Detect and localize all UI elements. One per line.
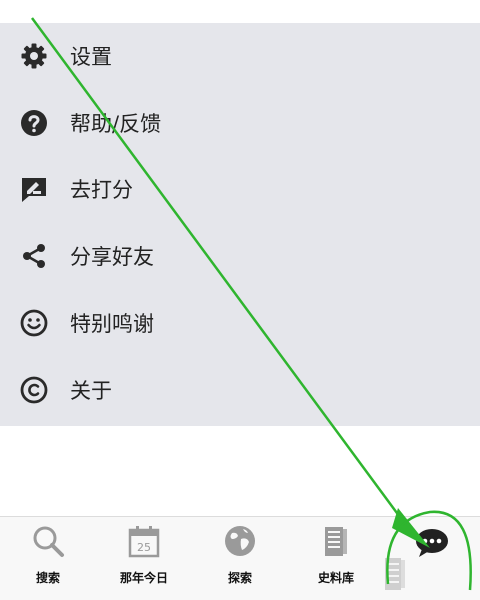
copyright-icon: [19, 375, 49, 405]
question-icon: [19, 108, 49, 138]
smile-icon: [19, 308, 49, 338]
archive-ghost-icon: [385, 558, 405, 590]
menu-item-rate[interactable]: 去打分: [0, 164, 480, 214]
tab-label: 史料库: [317, 571, 354, 585]
globe-icon: [222, 523, 258, 559]
menu-item-acknowledgements[interactable]: 特别鸣谢: [0, 298, 480, 348]
tab-explore[interactable]: 探索: [192, 523, 288, 593]
settings-menu: 设置 帮助/反馈 去打分 分享好友 特别鸣谢 关于: [0, 23, 480, 426]
menu-item-share[interactable]: 分享好友: [0, 231, 480, 281]
menu-item-label: 去打分: [70, 178, 133, 202]
tab-on-this-day[interactable]: 25 那年今日: [96, 523, 192, 593]
tab-label: 那年今日: [119, 571, 168, 585]
menu-item-label: 设置: [70, 45, 112, 69]
menu-item-about[interactable]: 关于: [0, 365, 480, 415]
menu-item-label: 帮助/反馈: [70, 112, 162, 136]
share-icon: [19, 241, 49, 271]
tab-label: 搜索: [35, 571, 60, 585]
tab-archive[interactable]: 史料库: [288, 523, 384, 593]
archive-icon: [318, 523, 354, 559]
rate-icon: [19, 174, 49, 204]
gear-icon: [19, 41, 49, 71]
menu-item-settings[interactable]: 设置: [0, 31, 480, 81]
chat-bubble-icon: [414, 525, 450, 561]
calendar-day-number: 25: [137, 541, 151, 554]
menu-item-help-feedback[interactable]: 帮助/反馈: [0, 98, 480, 148]
menu-item-label: 关于: [70, 379, 112, 403]
search-icon: [30, 523, 66, 559]
menu-item-label: 特别鸣谢: [70, 312, 154, 336]
menu-item-label: 分享好友: [70, 245, 154, 269]
tab-label: 探索: [227, 571, 252, 585]
tab-search[interactable]: 搜索: [0, 523, 96, 593]
calendar-icon: 25: [126, 523, 162, 559]
